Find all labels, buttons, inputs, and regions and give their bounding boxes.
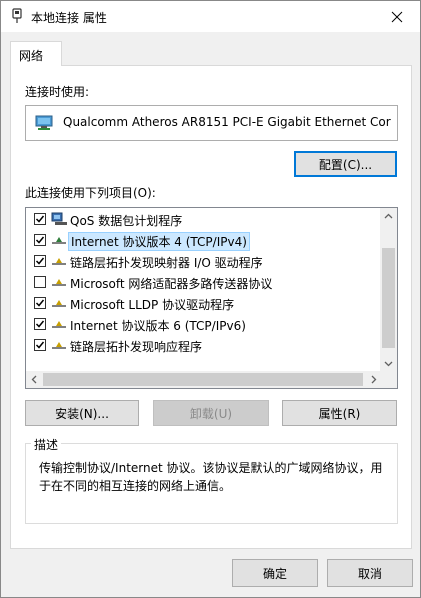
install-button[interactable]: 安装(N)...	[25, 400, 139, 426]
item-checkbox[interactable]	[34, 255, 46, 267]
list-item[interactable]: Microsoft 网络适配器多路传送器协议	[26, 272, 381, 293]
item-checkbox[interactable]	[34, 276, 46, 288]
item-label: Internet 协议版本 6 (TCP/IPv6)	[70, 319, 246, 333]
list-item[interactable]: Microsoft LLDP 协议驱动程序	[26, 293, 381, 314]
qos-icon	[51, 212, 69, 226]
ok-button[interactable]: 确定	[232, 559, 318, 587]
network-card-icon	[35, 114, 53, 135]
network-adapter-icon	[11, 8, 23, 24]
protocol-icon	[51, 317, 67, 331]
close-icon	[391, 11, 403, 22]
check-icon	[35, 257, 45, 265]
item-checkbox[interactable]	[34, 213, 46, 225]
items-section-label: 此连接使用下列项目(O):	[25, 186, 156, 200]
list-item[interactable]: 链路层拓扑发现响应程序	[26, 335, 381, 356]
protocol-icon	[51, 233, 67, 247]
protocol-icon	[51, 338, 67, 352]
item-checkbox[interactable]	[34, 339, 46, 351]
check-icon	[35, 299, 45, 307]
item-properties-button[interactable]: 属性(R)	[282, 400, 397, 426]
scroll-left-icon[interactable]	[31, 375, 37, 384]
list-item[interactable]: Internet 协议版本 4 (TCP/IPv4)	[26, 230, 381, 251]
item-label: QoS 数据包计划程序	[70, 214, 183, 228]
protocol-icon	[51, 254, 67, 268]
tab-network[interactable]: 网络	[10, 41, 62, 66]
protocol-icon	[51, 275, 67, 289]
uninstall-button[interactable]: 卸载(U)	[153, 400, 269, 426]
item-checkbox[interactable]	[34, 318, 46, 330]
cancel-button[interactable]: 取消	[327, 559, 413, 587]
check-icon	[35, 236, 45, 244]
list-item[interactable]: 链路层拓扑发现映射器 I/O 驱动程序	[26, 251, 381, 272]
check-icon	[35, 341, 45, 349]
description-text: 传输控制协议/Internet 协议。该协议是默认的广域网络协议，用于在不同的相…	[39, 461, 383, 493]
description-title: 描述	[31, 436, 62, 453]
scroll-up-icon[interactable]	[384, 213, 393, 219]
protocol-icon	[51, 296, 67, 310]
connect-using-label: 连接时使用:	[25, 85, 90, 99]
list-item[interactable]: Internet 协议版本 6 (TCP/IPv6)	[26, 314, 381, 335]
item-checkbox[interactable]	[34, 297, 46, 309]
properties-dialog: 本地连接 属性 网络 连接时使用: Qualcomm Atheros AR815…	[0, 0, 421, 598]
item-label: 链路层拓扑发现映射器 I/O 驱动程序	[70, 256, 263, 270]
vertical-scroll-thumb[interactable]	[382, 248, 395, 348]
item-label: Microsoft LLDP 协议驱动程序	[70, 298, 235, 312]
items-list[interactable]: QoS 数据包计划程序 Internet 协议版本 4 (TCP/IPv4) 链…	[25, 207, 398, 389]
title-bar: 本地连接 属性	[1, 1, 420, 32]
tab-network-label: 网络	[19, 49, 44, 63]
adapter-name-field: Qualcomm Atheros AR8151 PCI-E Gigabit Et…	[25, 105, 398, 141]
horizontal-scrollbar[interactable]	[26, 371, 382, 388]
configure-button[interactable]: 配置(C)...	[294, 151, 397, 177]
list-item[interactable]: QoS 数据包计划程序	[26, 209, 381, 230]
check-icon	[35, 215, 45, 223]
close-button[interactable]	[374, 1, 420, 32]
item-label: 链路层拓扑发现响应程序	[70, 340, 203, 354]
vertical-scrollbar[interactable]	[380, 208, 397, 372]
window-title: 本地连接 属性	[31, 11, 107, 25]
item-checkbox[interactable]	[34, 234, 46, 246]
check-icon	[35, 320, 45, 328]
adapter-name: Qualcomm Atheros AR8151 PCI-E Gigabit Et…	[63, 115, 391, 129]
scrollbar-corner	[380, 371, 397, 388]
item-label: Microsoft 网络适配器多路传送器协议	[70, 277, 273, 291]
horizontal-scroll-thumb[interactable]	[43, 373, 363, 386]
scroll-right-icon[interactable]	[371, 375, 377, 384]
scroll-down-icon[interactable]	[384, 361, 393, 367]
item-label: Internet 协议版本 4 (TCP/IPv4)	[68, 232, 250, 251]
